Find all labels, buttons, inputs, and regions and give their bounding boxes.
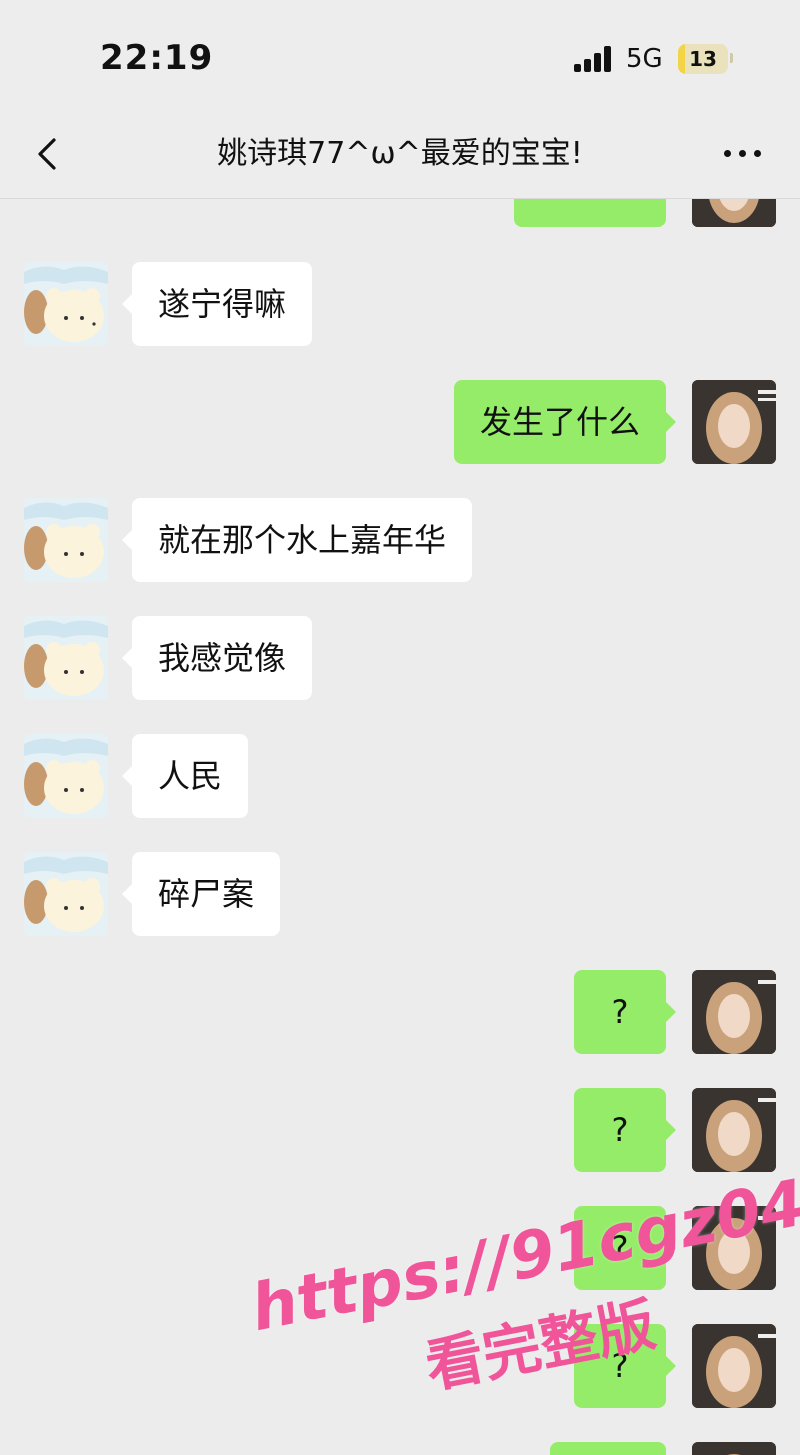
user-avatar[interactable]: [692, 970, 776, 1054]
message-bubble[interactable]: 人民: [121, 734, 249, 818]
battery-tip: [730, 53, 733, 63]
message-bubble-partial[interactable]: [514, 199, 666, 227]
contact-avatar[interactable]: [24, 262, 108, 346]
more-dot: [754, 150, 761, 157]
status-time: 22:19: [100, 38, 214, 78]
more-dots-icon: [724, 150, 731, 157]
user-avatar[interactable]: [692, 199, 776, 227]
bear-avatar-icon: [24, 734, 108, 818]
status-bar: 22:19 5G 13: [0, 0, 800, 110]
message-bubble[interactable]: 我感觉像: [121, 616, 313, 700]
user-avatar[interactable]: [692, 1206, 776, 1290]
battery-level: 13: [689, 47, 717, 71]
girl-avatar-icon: [692, 1088, 776, 1172]
message-bubble[interactable]: 遂宁得嘛: [121, 262, 313, 346]
user-avatar[interactable]: [692, 380, 776, 464]
signal-strength-icon: [574, 46, 614, 72]
girl-avatar-icon: [692, 1324, 776, 1408]
message-bubble-partial[interactable]: [550, 1442, 666, 1455]
message-bubble[interactable]: ?: [574, 1324, 676, 1408]
message-bubble[interactable]: 发生了什么: [453, 380, 677, 464]
girl-avatar-icon: [692, 1206, 776, 1290]
back-button[interactable]: [28, 132, 72, 176]
girl-avatar-icon: [692, 970, 776, 1054]
user-avatar[interactable]: [692, 1324, 776, 1408]
bear-avatar-icon: [24, 852, 108, 936]
chevron-left-icon: [38, 138, 56, 170]
battery-icon: 13: [678, 44, 728, 74]
message-bubble[interactable]: 就在那个水上嘉年华: [121, 498, 473, 582]
contact-avatar[interactable]: [24, 498, 108, 582]
message-bubble[interactable]: ?: [574, 1206, 676, 1290]
contact-avatar[interactable]: [24, 852, 108, 936]
girl-avatar-icon: [692, 380, 776, 464]
bear-avatar-icon: [24, 262, 108, 346]
more-button[interactable]: [718, 136, 768, 172]
user-avatar[interactable]: [692, 1442, 776, 1455]
chat-header: 姚诗琪77^ω^最爱的宝宝!: [0, 110, 800, 199]
bear-avatar-icon: [24, 616, 108, 700]
bear-avatar-icon: [24, 498, 108, 582]
message-bubble[interactable]: 碎尸案: [121, 852, 281, 936]
chat-title: 姚诗琪77^ω^最爱的宝宝!: [217, 136, 583, 171]
network-type: 5G: [626, 44, 663, 74]
user-avatar[interactable]: [692, 1088, 776, 1172]
contact-avatar[interactable]: [24, 734, 108, 818]
contact-avatar[interactable]: [24, 616, 108, 700]
message-list[interactable]: 遂宁得嘛 发生了什么 就在那个水上嘉年华 我感觉像 人民 碎尸案 ? ? ? ?: [0, 199, 800, 1455]
more-dot: [739, 150, 746, 157]
message-bubble[interactable]: ?: [574, 1088, 676, 1172]
message-bubble[interactable]: ?: [574, 970, 676, 1054]
